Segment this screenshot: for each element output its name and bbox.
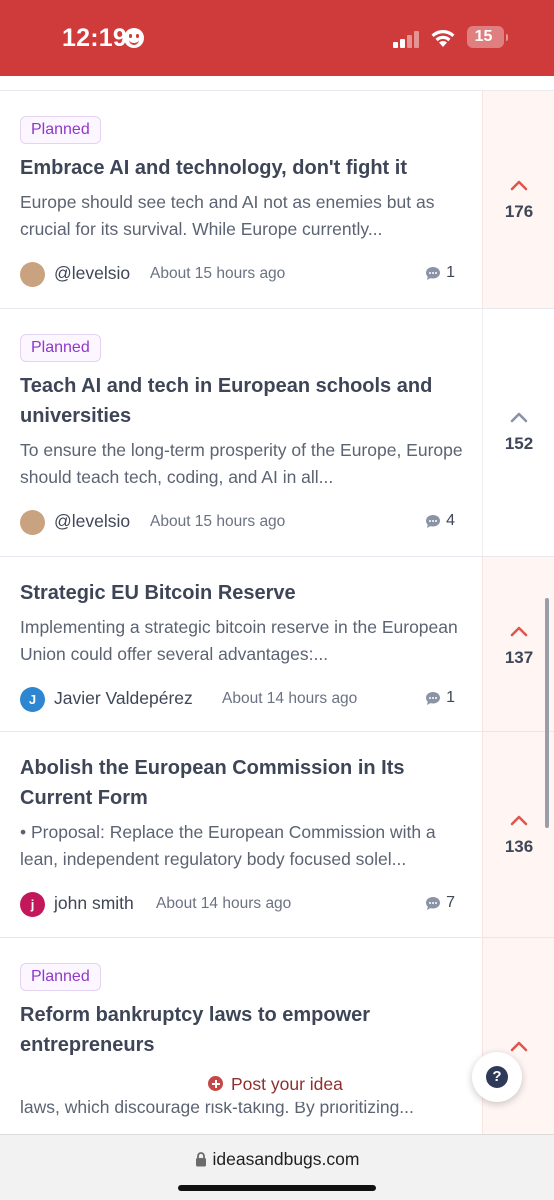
time-ago: About 15 hours ago (150, 513, 286, 530)
comment-count: 4 (446, 512, 455, 529)
idea-card[interactable]: 136 Abolish the European Commission in I… (0, 732, 554, 938)
idea-description: • Proposal: Replace the European Commiss… (20, 822, 436, 869)
status-badge: Planned (20, 963, 101, 991)
url-display[interactable]: ideasandbugs.com (0, 1149, 554, 1170)
comment-bubble-icon (426, 897, 440, 910)
plus-circle-icon (208, 1076, 223, 1091)
avatar[interactable] (20, 510, 45, 535)
idea-meta: @levelsio About 15 hours ago 4 (20, 509, 465, 537)
vote-column: 176 (482, 91, 554, 308)
upvote-arrow-icon[interactable] (510, 814, 528, 826)
comment-bubble-icon (426, 692, 440, 705)
idea-title[interactable]: Teach AI and tech in European schools an… (20, 371, 465, 431)
idea-description: To ensure the long-term prosperity of th… (20, 440, 463, 487)
comment-count-wrap[interactable]: 1 (426, 689, 455, 707)
idea-description: Europe should see tech and AI not as ene… (20, 192, 435, 239)
help-icon: ? (486, 1066, 508, 1088)
idea-title[interactable]: Strategic EU Bitcoin Reserve (20, 578, 465, 608)
vote-column (482, 938, 554, 1134)
comment-count: 1 (446, 689, 455, 706)
ideas-list: 176 Planned Embrace AI and technology, d… (0, 76, 554, 1134)
idea-meta: j john smith About 14 hours ago 7 (20, 891, 465, 919)
scrollbar[interactable] (545, 598, 549, 828)
vote-count: 176 (504, 202, 534, 221)
vote-count: 136 (504, 837, 534, 856)
author-name[interactable]: @levelsio (54, 263, 130, 284)
comment-count: 1 (446, 264, 455, 281)
help-button[interactable]: ? (472, 1052, 522, 1102)
battery-icon: 15 (467, 26, 508, 48)
author-name[interactable]: Javier Valdepérez (54, 688, 193, 709)
avatar[interactable]: j (20, 892, 45, 917)
vote-column: 137 (482, 557, 554, 731)
comment-count: 7 (446, 894, 455, 911)
status-badge: Planned (20, 116, 101, 144)
cellular-signal-icon (393, 30, 421, 48)
idea-title[interactable]: Abolish the European Commission in Its C… (20, 753, 465, 813)
avatar[interactable] (20, 262, 45, 287)
idea-meta: @levelsio About 15 hours ago 1 (20, 261, 465, 289)
status-time: 12:19 (62, 24, 127, 52)
upvote-arrow-icon[interactable] (510, 411, 528, 423)
status-badge: Planned (20, 334, 101, 362)
post-idea-button[interactable]: Post your idea (196, 1066, 355, 1102)
idea-card[interactable]: 176 Planned Embrace AI and technology, d… (0, 91, 554, 309)
post-idea-label: Post your idea (231, 1074, 343, 1094)
avatar[interactable]: J (20, 687, 45, 712)
upvote-arrow-icon[interactable] (510, 625, 528, 637)
time-ago: About 14 hours ago (222, 690, 358, 707)
comment-bubble-icon (426, 267, 440, 280)
time-ago: About 14 hours ago (156, 895, 292, 912)
lock-icon (195, 1152, 206, 1167)
vote-column: 152 (482, 309, 554, 556)
vote-count: 137 (504, 648, 534, 667)
idea-meta: J Javier Valdepérez About 14 hours ago 1 (20, 686, 465, 714)
idea-card[interactable]: Planned Reform bankruptcy laws to empowe… (0, 938, 554, 1134)
wifi-icon (431, 29, 455, 47)
browser-address-bar[interactable]: ideasandbugs.com (0, 1134, 554, 1200)
comment-count-wrap[interactable]: 4 (426, 512, 455, 530)
vote-column: 136 (482, 732, 554, 937)
author-name[interactable]: john smith (54, 893, 134, 914)
idea-title[interactable]: Embrace AI and technology, don't fight i… (20, 153, 465, 183)
status-bar: 12:19 15 (0, 0, 554, 76)
upvote-arrow-icon[interactable] (510, 179, 528, 191)
time-ago: About 15 hours ago (150, 265, 286, 282)
comment-count-wrap[interactable]: 1 (426, 264, 455, 282)
idea-description: Implementing a strategic bitcoin reserve… (20, 617, 458, 664)
battery-level: 15 (474, 28, 493, 45)
comment-bubble-icon (426, 515, 440, 528)
idea-card[interactable]: 152 Planned Teach AI and tech in Europea… (0, 309, 554, 557)
url-text: ideasandbugs.com (212, 1149, 360, 1169)
home-indicator[interactable] (178, 1185, 376, 1191)
upvote-arrow-icon[interactable] (510, 1040, 528, 1052)
idea-title[interactable]: Reform bankruptcy laws to empower entrep… (20, 1000, 465, 1060)
vote-count: 152 (504, 434, 534, 453)
author-name[interactable]: @levelsio (54, 511, 130, 532)
smiley-icon (124, 28, 144, 48)
idea-card[interactable]: 137 Strategic EU Bitcoin Reserve Impleme… (0, 557, 554, 732)
comment-count-wrap[interactable]: 7 (426, 894, 455, 912)
